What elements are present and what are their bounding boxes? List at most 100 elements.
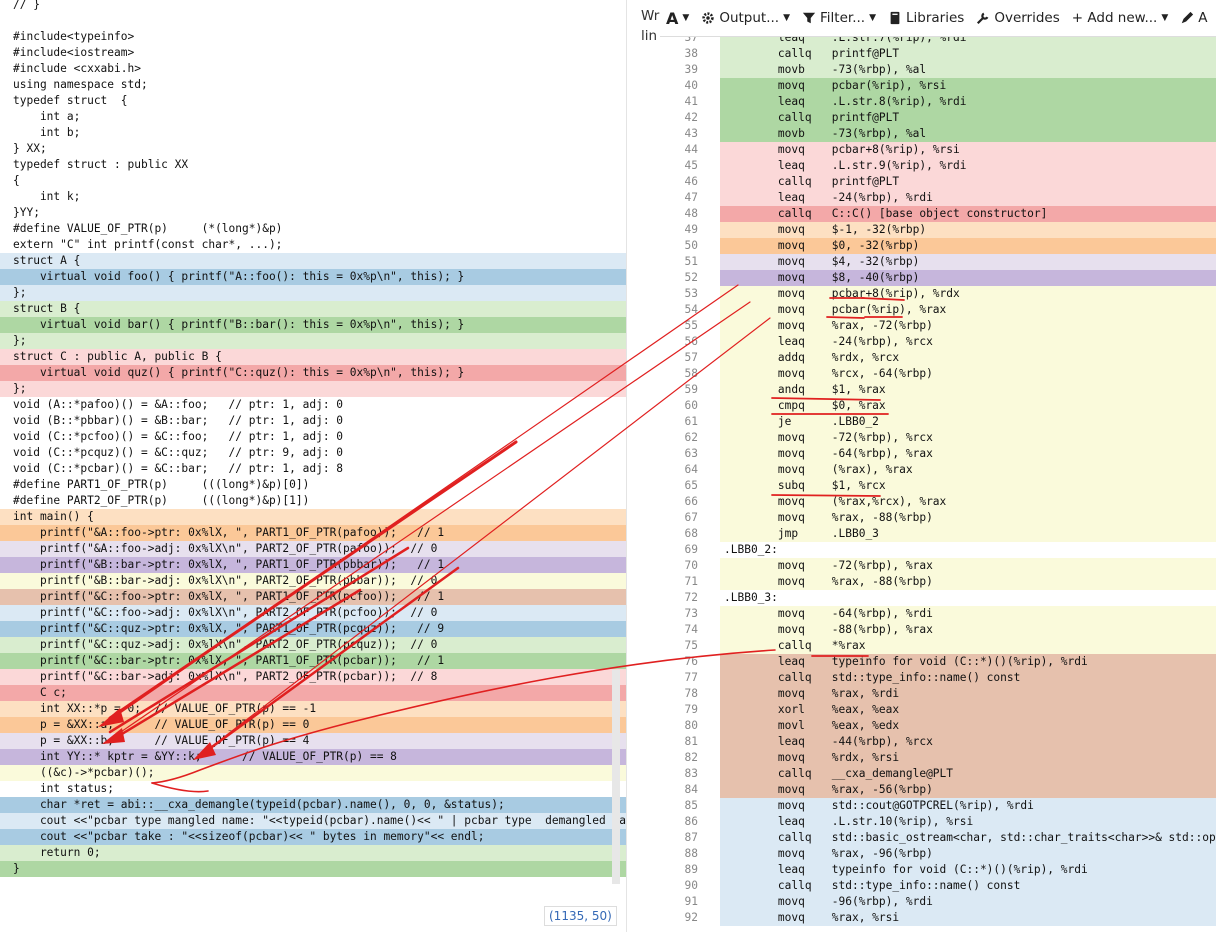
editor-scrollbar[interactable]	[612, 670, 620, 884]
source-line[interactable]: p = &XX::a; // VALUE_OF_PTR(p) == 0	[0, 717, 626, 733]
assembly-line[interactable]: 41 leaq .L.str.8(%rip), %rdi	[660, 94, 1216, 110]
assembly-output-pane[interactable]: A ▼ Output... ▼ Filter... ▼ Libraries Overr…	[660, 0, 1216, 932]
assembly-line[interactable]: 86 leaq .L.str.10(%rip), %rsi	[660, 814, 1216, 830]
source-line[interactable]: int b;	[0, 125, 626, 141]
assembly-line[interactable]: 72 .LBB0_3:	[660, 590, 1216, 606]
source-line[interactable]: typedef struct : public XX	[0, 157, 626, 173]
source-line[interactable]: virtual void foo() { printf("A::foo(): t…	[0, 269, 626, 285]
assembly-line[interactable]: 74 movq -88(%rbp), %rax	[660, 622, 1216, 638]
assembly-line[interactable]: 64 movq (%rax), %rax	[660, 462, 1216, 478]
source-line[interactable]: cout <<"pcbar take : "<<sizeof(pcbar)<< …	[0, 829, 626, 845]
source-line[interactable]	[0, 13, 626, 29]
assembly-line[interactable]: 57 addq %rdx, %rcx	[660, 350, 1216, 366]
source-line[interactable]: void (C::*pcfoo)() = &C::foo; // ptr: 1,…	[0, 429, 626, 445]
assembly-line[interactable]: 61 je .LBB0_2	[660, 414, 1216, 430]
assembly-line[interactable]: 91 movq -96(%rbp), %rdi	[660, 894, 1216, 910]
assembly-line[interactable]: 71 movq %rax, -88(%rbp)	[660, 574, 1216, 590]
assembly-line[interactable]: 90 callq std::type_info::name() const	[660, 878, 1216, 894]
source-line[interactable]: };	[0, 285, 626, 301]
source-line[interactable]: printf("&B::bar->adj: 0x%lX\n", PART2_OF…	[0, 573, 626, 589]
source-line[interactable]: int k;	[0, 189, 626, 205]
source-line[interactable]: p = &XX::b; // VALUE_OF_PTR(p) == 4	[0, 733, 626, 749]
source-line[interactable]: int XX::*p = 0; // VALUE_OF_PTR(p) == -1	[0, 701, 626, 717]
source-line[interactable]: } XX;	[0, 141, 626, 157]
source-line[interactable]: };	[0, 333, 626, 349]
source-line[interactable]: C c;	[0, 685, 626, 701]
source-line[interactable]: typedef struct {	[0, 93, 626, 109]
source-line[interactable]: struct B {	[0, 301, 626, 317]
source-line[interactable]: printf("&C::quz->adj: 0x%lX\n", PART2_OF…	[0, 637, 626, 653]
assembly-line[interactable]: 60 cmpq $0, %rax	[660, 398, 1216, 414]
source-line[interactable]: printf("&C::foo->adj: 0x%lX\n", PART2_OF…	[0, 605, 626, 621]
libraries-button[interactable]: Libraries	[882, 10, 970, 26]
assembly-line[interactable]: 63 movq -64(%rbp), %rax	[660, 446, 1216, 462]
assembly-line[interactable]: 85 movq std::cout@GOTPCREL(%rip), %rdi	[660, 798, 1216, 814]
source-line[interactable]: extern "C" int printf(const char*, ...);	[0, 237, 626, 253]
assembly-line[interactable]: 83 callq __cxa_demangle@PLT	[660, 766, 1216, 782]
source-line[interactable]: printf("&A::foo->adj: 0x%lX\n", PART2_OF…	[0, 541, 626, 557]
assembly-line[interactable]: 44 movq pcbar+8(%rip), %rsi	[660, 142, 1216, 158]
source-line[interactable]: #define PART2_OF_PTR(p) (((long*)&p)[1])	[0, 493, 626, 509]
source-line[interactable]: #define PART1_OF_PTR(p) (((long*)&p)[0])	[0, 477, 626, 493]
source-line[interactable]: char *ret = abi::__cxa_demangle(typeid(p…	[0, 797, 626, 813]
assembly-line[interactable]: 52 movq $8, -40(%rbp)	[660, 270, 1216, 286]
assembly-line[interactable]: 50 movq $0, -32(%rbp)	[660, 238, 1216, 254]
source-editor-pane[interactable]: // } #include<typeinfo> #include<iostream>…	[0, 0, 626, 932]
assembly-line[interactable]: 49 movq $-1, -32(%rbp)	[660, 222, 1216, 238]
source-line[interactable]: void (A::*pafoo)() = &A::foo; // ptr: 1,…	[0, 397, 626, 413]
assembly-line[interactable]: 45 leaq .L.str.9(%rip), %rdi	[660, 158, 1216, 174]
assembly-line[interactable]: 43 movb -73(%rbp), %al	[660, 126, 1216, 142]
source-line[interactable]: #include <cxxabi.h>	[0, 61, 626, 77]
source-line[interactable]: printf("&A::foo->ptr: 0x%lX, ", PART1_OF…	[0, 525, 626, 541]
source-line[interactable]: printf("&C::quz->ptr: 0x%lX, ", PART1_OF…	[0, 621, 626, 637]
assembly-line[interactable]: 68 jmp .LBB0_3	[660, 526, 1216, 542]
assembly-line[interactable]: 92 movq %rax, %rsi	[660, 910, 1216, 926]
source-code-lines[interactable]: // } #include<typeinfo> #include<iostream>…	[0, 0, 626, 877]
source-line[interactable]: // }	[0, 0, 626, 13]
source-line[interactable]: void (B::*pbbar)() = &B::bar; // ptr: 1,…	[0, 413, 626, 429]
assembly-line[interactable]: 75 callq *%rax	[660, 638, 1216, 654]
assembly-line[interactable]: 80 movl %eax, %edx	[660, 718, 1216, 734]
assembly-line[interactable]: 48 callq C::C() [base object constructor…	[660, 206, 1216, 222]
source-line[interactable]: #include<iostream>	[0, 45, 626, 61]
source-line[interactable]: int YY::* kptr = &YY::k; // VALUE_OF_PTR…	[0, 749, 626, 765]
assembly-line[interactable]: 77 callq std::type_info::name() const	[660, 670, 1216, 686]
source-line[interactable]: printf("&C::bar->adj: 0x%lX\n", PART2_OF…	[0, 669, 626, 685]
assembly-line[interactable]: 53 movq pcbar+8(%rip), %rdx	[660, 286, 1216, 302]
source-line[interactable]: return 0;	[0, 845, 626, 861]
source-line[interactable]: using namespace std;	[0, 77, 626, 93]
source-line[interactable]: cout <<"pcbar type mangled name: "<<type…	[0, 813, 626, 829]
assembly-line[interactable]: 78 movq %rax, %rdi	[660, 686, 1216, 702]
source-line[interactable]: printf("&B::bar->ptr: 0x%lX, ", PART1_OF…	[0, 557, 626, 573]
more-tools-button[interactable]: A	[1174, 10, 1213, 26]
assembly-line[interactable]: 47 leaq -24(%rbp), %rdi	[660, 190, 1216, 206]
assembly-line[interactable]: 39 movb -73(%rbp), %al	[660, 62, 1216, 78]
source-line[interactable]: struct C : public A, public B {	[0, 349, 626, 365]
assembly-line[interactable]: 81 leaq -44(%rbp), %rcx	[660, 734, 1216, 750]
assembly-line[interactable]: 87 callq std::basic_ostream<char, std::c…	[660, 830, 1216, 846]
source-line[interactable]: int main() {	[0, 509, 626, 525]
assembly-code-lines[interactable]: 37 leaq .L.str.7(%rip), %rdi 38 callq pri…	[660, 30, 1216, 926]
source-line[interactable]: printf("&C::foo->ptr: 0x%lX, ", PART1_OF…	[0, 589, 626, 605]
assembly-line[interactable]: 70 movq -72(%rbp), %rax	[660, 558, 1216, 574]
assembly-line[interactable]: 84 movq %rax, -56(%rbp)	[660, 782, 1216, 798]
assembly-line[interactable]: 88 movq %rax, -96(%rbp)	[660, 846, 1216, 862]
assembly-line[interactable]: 42 callq printf@PLT	[660, 110, 1216, 126]
assembly-line[interactable]: 54 movq pcbar(%rip), %rax	[660, 302, 1216, 318]
source-line[interactable]: virtual void quz() { printf("C::quz(): t…	[0, 365, 626, 381]
assembly-line[interactable]: 82 movq %rdx, %rsi	[660, 750, 1216, 766]
assembly-line[interactable]: 46 callq printf@PLT	[660, 174, 1216, 190]
assembly-line[interactable]: 67 movq %rax, -88(%rbp)	[660, 510, 1216, 526]
source-line[interactable]: void (C::*pcbar)() = &C::bar; // ptr: 1,…	[0, 461, 626, 477]
source-line[interactable]: #define VALUE_OF_PTR(p) (*(long*)&p)	[0, 221, 626, 237]
assembly-line[interactable]: 69 .LBB0_2:	[660, 542, 1216, 558]
output-dropdown[interactable]: Output... ▼	[695, 10, 796, 26]
assembly-line[interactable]: 58 movq %rcx, -64(%rbp)	[660, 366, 1216, 382]
source-line[interactable]: int a;	[0, 109, 626, 125]
assembly-line[interactable]: 65 subq $1, %rcx	[660, 478, 1216, 494]
source-line[interactable]: virtual void bar() { printf("B::bar(): t…	[0, 317, 626, 333]
assembly-line[interactable]: 79 xorl %eax, %eax	[660, 702, 1216, 718]
font-size-dropdown[interactable]: A ▼	[660, 9, 695, 28]
source-line[interactable]: void (C::*pcquz)() = &C::quz; // ptr: 9,…	[0, 445, 626, 461]
source-line[interactable]: };	[0, 381, 626, 397]
